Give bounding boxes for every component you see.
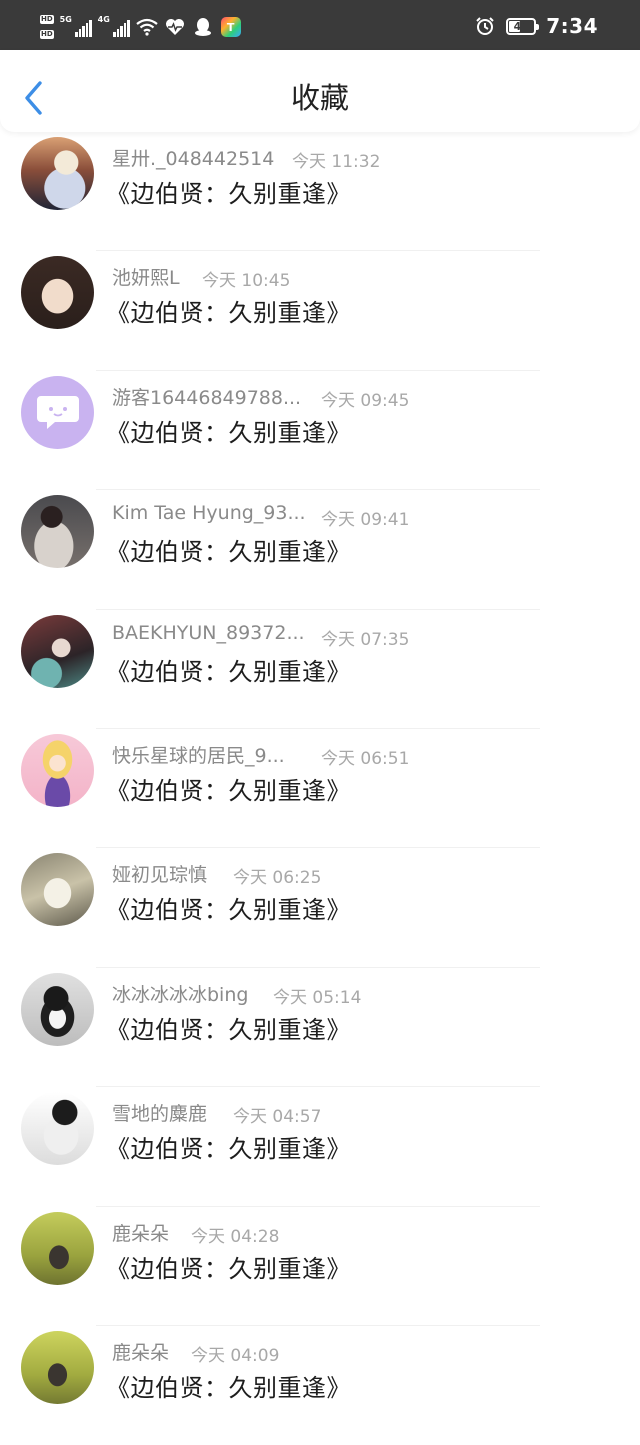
username[interactable]: 鹿朵朵 [112, 1219, 169, 1246]
favorite-item[interactable]: 池妍熙L 今天 10:45 《边伯贤：久别重逢》 [0, 251, 640, 371]
avatar[interactable] [21, 972, 94, 1046]
avatar[interactable] [21, 375, 94, 449]
battery-icon: 41 [506, 17, 540, 35]
timestamp: 今天 06:25 [233, 868, 322, 889]
timestamp: 今天 10:45 [202, 271, 291, 292]
wifi-icon [135, 16, 158, 38]
timestamp: 今天 05:14 [273, 987, 362, 1008]
timestamp: 今天 11:32 [292, 152, 381, 172]
avatar[interactable] [21, 1330, 94, 1404]
favorites-list: 星卅._048442514 今天 11:32 《边伯贤：久别重逢》 池妍熙L 今… [0, 132, 640, 1445]
chat-bubble-icon [36, 396, 79, 430]
nav-header: 收藏 [0, 50, 640, 132]
avatar[interactable] [21, 256, 94, 330]
item-meta: 冰冰冰冰冰bing 今天 05:14 [112, 980, 361, 1008]
network-5g-label: 5G [59, 15, 72, 24]
username[interactable]: 池妍熙L [112, 263, 180, 290]
timestamp: 今天 04:09 [191, 1345, 280, 1366]
story-title[interactable]: 《边伯贤：久别重逢》 [106, 413, 351, 448]
hd-badge: HD [40, 30, 54, 39]
alarm-clock-icon [474, 15, 496, 37]
favorite-item[interactable]: 娅初见琮慎 今天 06:25 《边伯贤：久别重逢》 [0, 848, 640, 968]
avatar[interactable] [21, 1092, 94, 1166]
item-meta: 雪地的麋鹿 今天 04:57 [112, 1099, 321, 1127]
username[interactable]: 娅初见琮慎 [112, 860, 207, 887]
username[interactable]: 雪地的麋鹿 [112, 1099, 207, 1126]
favorite-item[interactable]: 快乐星球的居民_9... 今天 06:51 《边伯贤：久别重逢》 [0, 729, 640, 849]
battery-cap [536, 23, 540, 30]
battery-level: 41 [513, 19, 529, 33]
network-4g-label: 4G [97, 15, 110, 24]
timestamp: 今天 04:28 [191, 1226, 280, 1247]
username[interactable]: 冰冰冰冰冰bing [112, 980, 248, 1007]
favorite-item[interactable]: 雪地的麋鹿 今天 04:57 《边伯贤：久别重逢》 [0, 1087, 640, 1207]
avatar[interactable] [21, 614, 94, 688]
favorite-item[interactable]: BAEKHYUN_89372... 今天 07:35 《边伯贤：久别重逢》 [0, 610, 640, 729]
item-meta: Kim Tae Hyung_93... 今天 09:41 [112, 502, 409, 530]
item-meta: 鹿朵朵 今天 04:09 [112, 1338, 279, 1366]
signal-4g: 4G [98, 15, 130, 39]
story-title[interactable]: 《边伯贤：久别重逢》 [106, 532, 351, 567]
status-left: HD HD 5G 4G T [40, 13, 242, 41]
avatar[interactable] [21, 1211, 94, 1285]
story-title[interactable]: 《边伯贤：久别重逢》 [106, 1249, 351, 1284]
favorite-item[interactable]: Kim Tae Hyung_93... 今天 09:41 《边伯贤：久别重逢》 [0, 490, 640, 610]
signal-5g: 5G [60, 15, 92, 39]
timestamp: 今天 04:57 [233, 1107, 322, 1128]
signal-bars-icon [75, 20, 92, 37]
hd-badges: HD HD [40, 15, 54, 39]
signal-bars-icon [113, 20, 130, 37]
timestamp: 今天 06:51 [321, 748, 410, 769]
favorite-item[interactable]: 星卅._048442514 今天 11:32 《边伯贤：久别重逢》 [0, 132, 640, 252]
favorite-item[interactable]: 游客16446849788... 今天 09:45 《边伯贤：久别重逢》 [0, 371, 640, 491]
avatar[interactable] [21, 853, 94, 927]
avatar[interactable] [21, 495, 94, 569]
username[interactable]: 鹿朵朵 [112, 1338, 169, 1365]
timestamp: 今天 07:35 [321, 629, 410, 650]
item-meta: 游客16446849788... 今天 09:45 [112, 383, 409, 411]
item-meta: 娅初见琮慎 今天 06:25 [112, 860, 321, 888]
item-meta: 池妍熙L 今天 10:45 [112, 263, 290, 291]
timestamp: 今天 09:45 [321, 390, 410, 411]
page-title: 收藏 [290, 81, 349, 115]
story-title[interactable]: 《边伯贤：久别重逢》 [106, 652, 351, 687]
item-meta: BAEKHYUN_89372... 今天 07:35 [112, 622, 409, 650]
favorite-item[interactable]: 鹿朵朵 今天 04:28 《边伯贤：久别重逢》 [0, 1207, 640, 1326]
story-title[interactable]: 《边伯贤：久别重逢》 [106, 1368, 351, 1403]
item-meta: 鹿朵朵 今天 04:28 [112, 1219, 279, 1247]
story-title[interactable]: 《边伯贤：久别重逢》 [106, 1010, 351, 1045]
status-bar: HD HD 5G 4G T 41 7:34 [0, 0, 640, 50]
username[interactable]: 游客16446849788... [112, 383, 301, 410]
colorful-app-icon: T [220, 16, 242, 38]
item-meta: 快乐星球的居民_9... 今天 06:51 [112, 741, 409, 769]
avatar[interactable] [21, 137, 94, 210]
timestamp: 今天 09:41 [321, 510, 410, 531]
username[interactable]: 星卅._048442514 [112, 144, 274, 171]
story-title[interactable]: 《边伯贤：久别重逢》 [106, 771, 351, 806]
clock: 7:34 [546, 14, 598, 38]
qq-penguin-icon [192, 16, 214, 38]
avatar[interactable] [21, 733, 94, 807]
status-right: 41 7:34 [474, 12, 598, 40]
username[interactable]: BAEKHYUN_89372... [112, 622, 305, 644]
hd-badge: HD [40, 15, 54, 24]
username[interactable]: Kim Tae Hyung_93... [112, 502, 306, 524]
health-heart-icon [164, 16, 186, 38]
item-meta: 星卅._048442514 今天 11:32 [112, 144, 380, 172]
favorite-item[interactable]: 冰冰冰冰冰bing 今天 05:14 《边伯贤：久别重逢》 [0, 968, 640, 1088]
favorite-item[interactable]: 鹿朵朵 今天 04:09 《边伯贤：久别重逢》 [0, 1326, 640, 1445]
story-title[interactable]: 《边伯贤：久别重逢》 [106, 890, 351, 925]
story-title[interactable]: 《边伯贤：久别重逢》 [106, 174, 351, 209]
story-title[interactable]: 《边伯贤：久别重逢》 [106, 1129, 351, 1164]
username[interactable]: 快乐星球的居民_9... [112, 741, 285, 768]
story-title[interactable]: 《边伯贤：久别重逢》 [106, 293, 351, 328]
